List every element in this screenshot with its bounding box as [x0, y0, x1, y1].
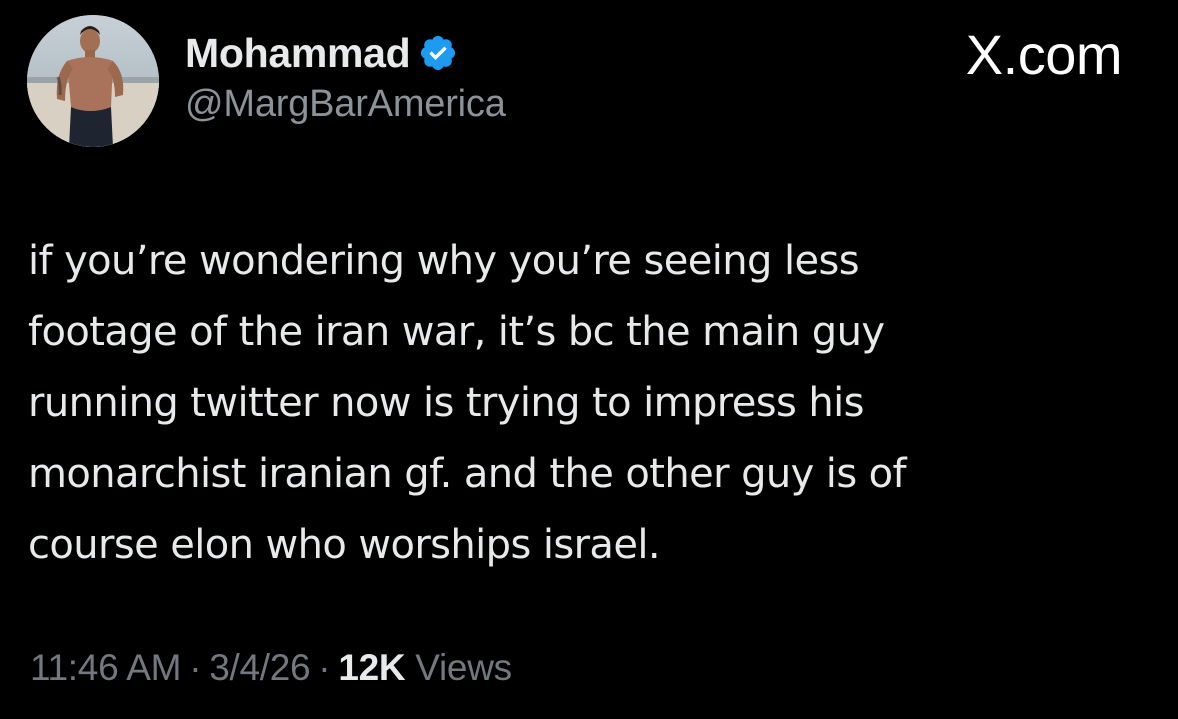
- author-handle[interactable]: @MargBarAmerica: [185, 81, 506, 127]
- source-label: X.com: [965, 23, 1123, 86]
- tweet-text-line: monarchist iranian gf. and the other guy…: [28, 451, 907, 497]
- tweet-date[interactable]: 3/4/26: [209, 647, 310, 688]
- tweet-text: if you’re wondering why you’re seeing le…: [28, 226, 1088, 581]
- tweet-text-line: if you’re wondering why you’re seeing le…: [28, 238, 860, 284]
- avatar[interactable]: [27, 15, 159, 147]
- verified-badge-icon: [418, 33, 458, 73]
- display-name[interactable]: Mohammad: [185, 28, 411, 78]
- name-row: Mohammad: [185, 28, 506, 78]
- tweet-text-line: footage of the iran war, it’s bc the mai…: [28, 309, 885, 355]
- meta-separator: ·: [189, 647, 202, 688]
- tweet-meta: 11:46 AM · 3/4/26 · 12K Views: [30, 643, 512, 693]
- profile-photo: [27, 15, 159, 147]
- tweet-text-line: running twitter now is trying to impress…: [28, 380, 864, 426]
- tweet-time[interactable]: 11:46 AM: [30, 647, 181, 688]
- tweet-text-line: course elon who worships israel.: [28, 522, 661, 568]
- views-label[interactable]: Views: [415, 647, 512, 688]
- tweet-header: Mohammad @MargBarAmerica: [185, 28, 506, 127]
- views-count[interactable]: 12K: [338, 647, 405, 688]
- meta-separator: ·: [318, 647, 331, 688]
- tweet-card: Mohammad @MargBarAmerica X.com if you’re…: [0, 0, 1178, 719]
